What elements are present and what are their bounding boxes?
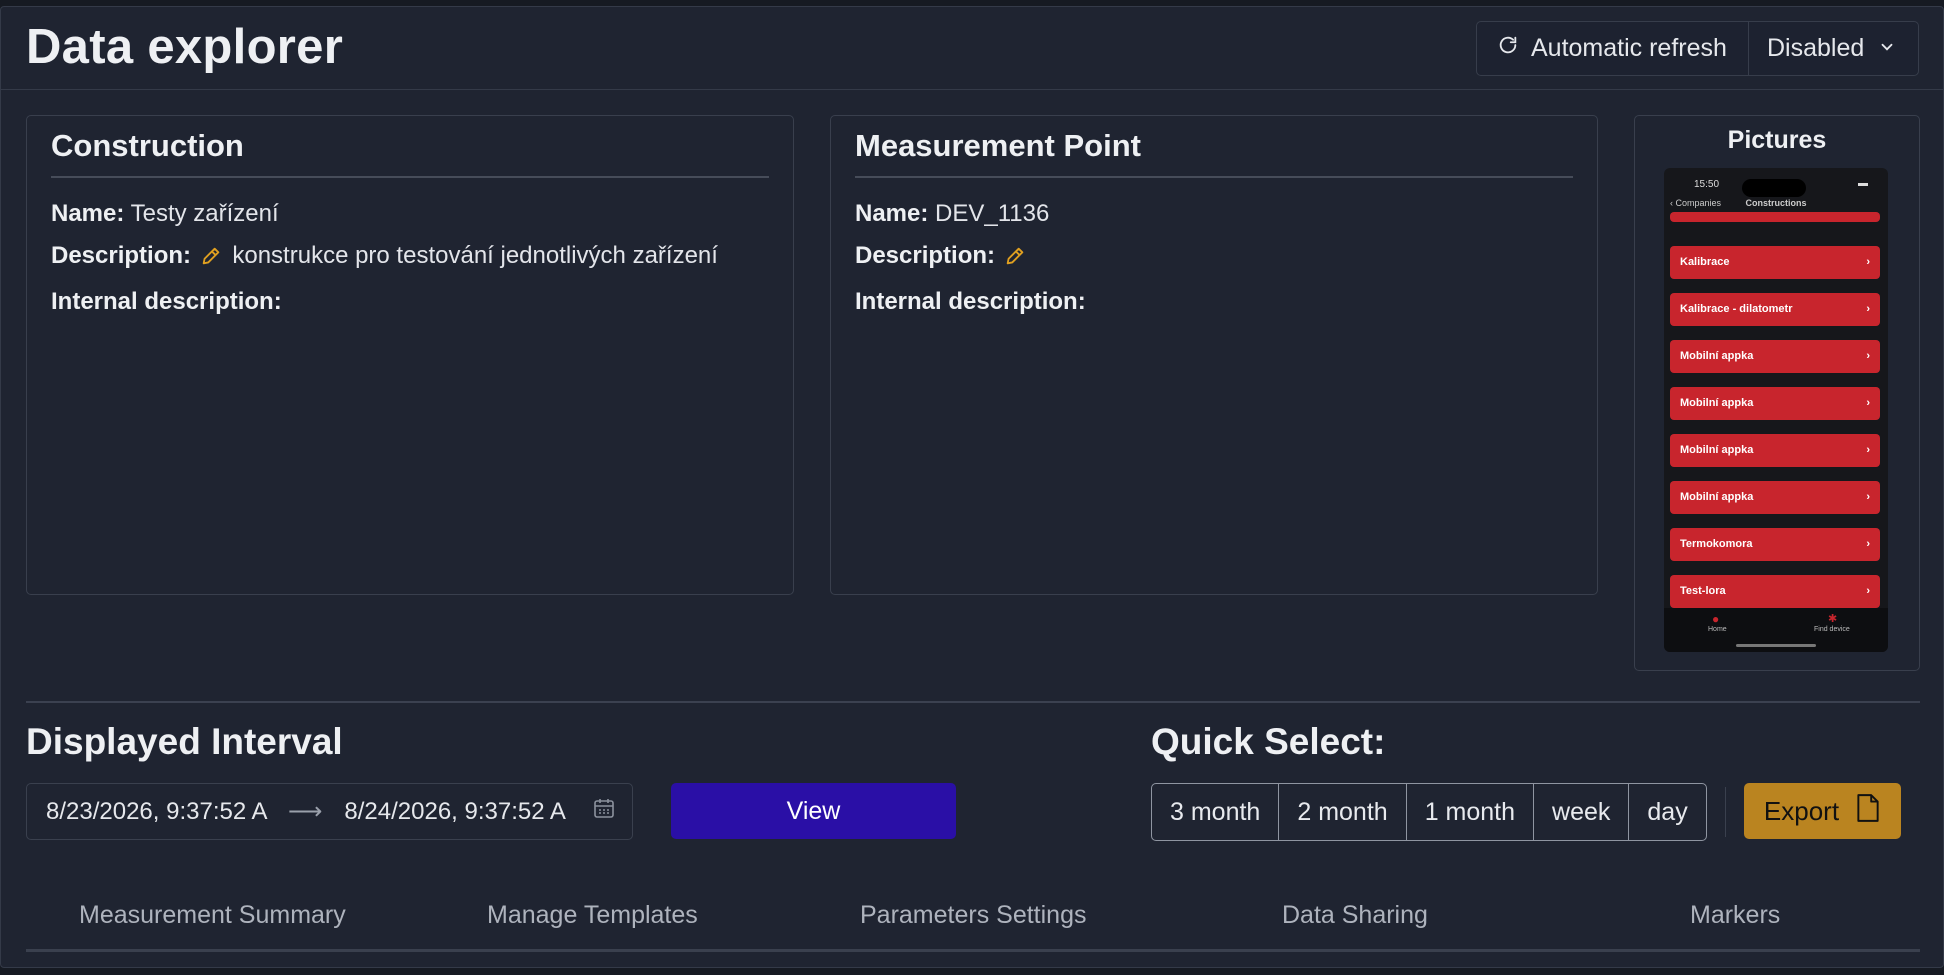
battery-icon: ▬ [1858,178,1868,189]
construction-name-value: Testy zařízení [130,200,279,227]
refresh-interval-value: Disabled [1767,34,1865,62]
auto-refresh-button[interactable]: Automatic refresh [1477,22,1749,75]
edit-description-pencil-icon[interactable] [1004,245,1026,274]
phone-tab-find-device: Find device [1814,626,1850,633]
phone-back-label: Companies [1675,198,1722,208]
chevron-right-icon: › [1866,256,1870,268]
data-explorer-panel: Data explorer Automatic refresh Disabled… [0,6,1944,968]
refresh-icon [1497,34,1519,63]
phone-item-label: Mobilní appka [1680,397,1754,409]
phone-list-item: Termokomora › [1670,528,1880,561]
header-bar: Data explorer Automatic refresh Disabled [1,7,1943,90]
auto-refresh-label: Automatic refresh [1531,34,1727,62]
tab-bar: Measurement Summary Manage Templates Par… [26,887,1920,952]
phone-item-label: Mobilní appka [1680,350,1754,362]
divider [855,176,1573,178]
pictures-card: Pictures 15:50 ▬ ‹ Companies Constructio… [1634,115,1920,671]
view-button[interactable]: View [671,783,956,839]
quick-select-day[interactable]: day [1629,784,1705,840]
calendar-icon[interactable] [592,796,616,827]
quick-select-heading: Quick Select: [1151,721,1386,762]
measurement-point-heading: Measurement Point [855,128,1141,163]
internal-description-label: Internal description: [855,288,1086,315]
measurement-name-value: DEV_1136 [935,200,1050,227]
phone-screen-title: Constructions [1745,198,1807,208]
chevron-right-icon: › [1866,585,1870,597]
phone-item-label: Mobilní appka [1680,491,1754,503]
phone-tab-bar: ● Home ✱ Find device [1664,608,1888,652]
measurement-description-row: Description: [855,242,1030,274]
tab-markers[interactable]: Markers [1690,901,1780,930]
description-label: Description: [855,242,996,269]
measurement-name-row: Name: DEV_1136 [855,200,1049,228]
phone-status-bar: 15:50 ▬ [1664,176,1888,197]
home-indicator [1736,644,1816,647]
chevron-right-icon: › [1866,538,1870,550]
bluetooth-icon: ✱ [1828,613,1838,625]
measurement-point-card: Measurement Point Name: DEV_1136 Descrip… [830,115,1598,595]
quick-select-group: 3 month 2 month 1 month week day [1151,783,1707,841]
construction-name-row: Name: Testy zařízení [51,200,279,228]
phone-list-item: Mobilní appka › [1670,481,1880,514]
phone-list-item: Mobilní appka › [1670,387,1880,420]
end-date-input[interactable]: 8/24/2026, 9:37:52 A [344,798,572,826]
phone-nav-bar: ‹ Companies Constructions [1670,198,1807,208]
phone-list-item: Mobilní appka › [1670,434,1880,467]
edit-description-pencil-icon[interactable] [200,245,222,274]
phone-list-item: Kalibrace › [1670,246,1880,279]
internal-description-label: Internal description: [51,288,282,315]
section-divider [26,701,1920,703]
tab-manage-templates[interactable]: Manage Templates [487,901,698,930]
construction-description-row: Description: konstrukce pro testování je… [51,242,718,274]
construction-internal-row: Internal description: [51,288,282,316]
phone-list-item: Mobilní appka › [1670,340,1880,373]
phone-item-label: Termokomora [1680,538,1753,550]
phone-list-item: Test-lora › [1670,575,1880,608]
phone-tab-home: Home [1708,626,1727,633]
tab-measurement-summary[interactable]: Measurement Summary [79,901,346,930]
chevron-right-icon: › [1866,303,1870,315]
dynamic-island [1742,179,1806,197]
export-label: Export [1763,795,1840,826]
arrow-right-icon: ⟶ [288,798,323,825]
quick-select-2-month[interactable]: 2 month [1279,784,1407,840]
quick-select-week[interactable]: week [1534,784,1630,840]
construction-card: Construction Name: Testy zařízení Descri… [26,115,794,595]
phone-item-label: Mobilní appka [1680,444,1754,456]
tab-data-sharing[interactable]: Data Sharing [1282,901,1428,930]
displayed-interval-heading: Displayed Interval [26,721,343,762]
file-icon [1855,793,1881,830]
construction-heading: Construction [51,128,244,163]
measurement-internal-row: Internal description: [855,288,1086,316]
name-label: Name: [855,200,929,227]
construction-description-value: konstrukce pro testování jednotlivých za… [232,242,718,269]
vertical-divider [1725,787,1726,837]
date-range-picker: 8/23/2026, 9:37:52 A ⟶ 8/24/2026, 9:37:5… [26,783,633,840]
pictures-heading: Pictures [1727,126,1827,154]
chevron-right-icon: › [1866,350,1870,362]
description-label: Description: [51,242,192,269]
tab-parameters-settings[interactable]: Parameters Settings [860,901,1087,930]
quick-select-1-month[interactable]: 1 month [1407,784,1535,840]
home-icon: ● [1712,612,1720,626]
phone-screenshot-thumbnail[interactable]: 15:50 ▬ ‹ Companies Constructions Kalibr… [1664,168,1888,652]
chevron-right-icon: › [1866,397,1870,409]
chevron-right-icon: › [1866,491,1870,503]
phone-list-item: Kalibrace - dilatometr › [1670,293,1880,326]
phone-item-label: Test-lora [1680,585,1726,597]
phone-time: 15:50 [1694,179,1720,190]
chevron-down-icon [1878,34,1896,63]
start-date-input[interactable]: 8/23/2026, 9:37:52 A [46,798,274,826]
divider [51,176,769,178]
quick-select-3-month[interactable]: 3 month [1152,784,1280,840]
export-button[interactable]: Export [1744,783,1901,839]
name-label: Name: [51,200,125,227]
phone-item-label: Kalibrace - dilatometr [1680,303,1793,315]
phone-list-item-partial [1670,212,1880,222]
phone-item-label: Kalibrace [1680,256,1730,268]
chevron-right-icon: › [1866,444,1870,456]
auto-refresh-control: Automatic refresh Disabled [1476,21,1919,76]
page-title: Data explorer [26,20,344,74]
refresh-interval-select[interactable]: Disabled [1749,22,1918,75]
